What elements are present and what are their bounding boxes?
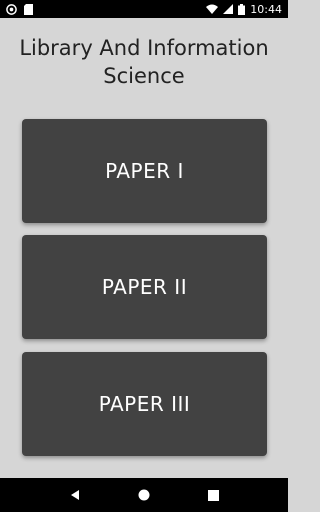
recents-icon[interactable] (198, 480, 228, 510)
paper-1-button[interactable]: PAPER I (22, 119, 267, 223)
cellular-signal-icon (223, 4, 234, 14)
paper-2-button[interactable]: PAPER II (22, 235, 267, 339)
paper-3-button[interactable]: PAPER III (22, 352, 267, 456)
status-left-icons (6, 3, 33, 15)
page-title: Library And Information Science (19, 36, 269, 88)
clock-time: 10:44 (250, 2, 282, 16)
status-right-icons: 10:44 (206, 3, 282, 16)
navigation-bar (0, 478, 288, 512)
settings-icon (6, 3, 17, 15)
status-bar: 10:44 (0, 0, 288, 18)
home-icon[interactable] (129, 480, 159, 510)
sd-card-icon (24, 3, 33, 15)
wifi-icon (206, 4, 219, 14)
battery-icon (238, 3, 246, 15)
back-icon[interactable] (60, 480, 90, 510)
